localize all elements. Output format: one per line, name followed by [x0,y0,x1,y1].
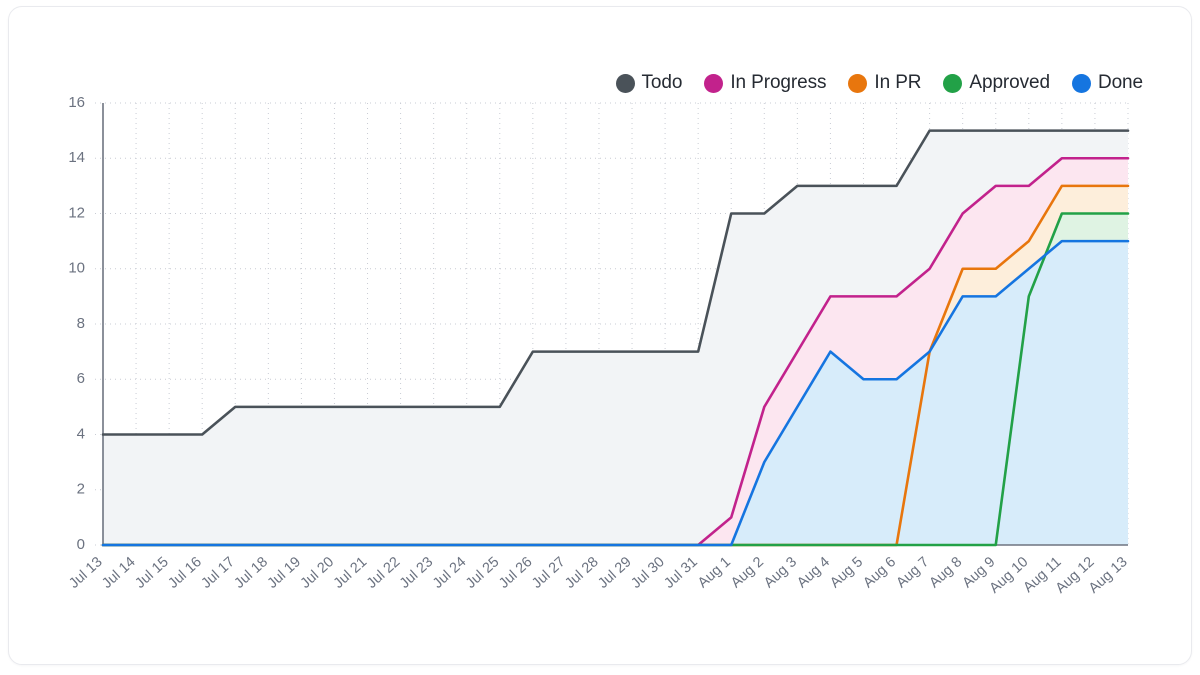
y-axis-tick-label: 12 [68,204,85,221]
chart-plot-area: 0 2 4 6 8 10 12 14 16 Jul 13 Jul 14 Jul 15 Jul 16 Jul… [9,7,1193,666]
y-axis-tick-label: 6 [77,370,85,387]
x-axis-tick-label: Jul 26 [496,554,535,592]
x-axis-tick-label: Aug 1 [695,554,734,591]
cumulative-flow-chart: 0246810121416Jul 13Jul 14Jul 15Jul 16Jul… [66,94,1130,597]
x-axis-tick-label: Jul 14 [99,554,138,592]
x-axis-tick-label: Aug 3 [761,554,800,591]
y-axis-tick-label: 16 [68,94,85,111]
chart-card: Todo In Progress In PR Approved Done 0 2 4 6 8 10… [8,6,1192,665]
y-axis-tick-label: 14 [68,149,85,166]
x-axis-tick-label: Aug 2 [728,554,767,591]
x-axis-tick-label: Aug 5 [827,554,866,591]
x-axis-tick-label: Jul 30 [628,554,667,592]
x-axis-tick-label: Jul 22 [364,554,403,592]
x-axis-tick-label: Jul 31 [661,554,700,592]
x-axis-tick-label: Jul 13 [66,554,105,592]
y-axis-tick-label: 10 [68,260,85,277]
x-axis-tick-label: Jul 19 [265,554,304,592]
x-axis-tick-label: Jul 27 [529,554,568,592]
x-axis-tick-label: Jul 20 [298,554,337,592]
x-axis-tick-label: Aug 4 [794,554,833,591]
x-axis-tick-label: Aug 7 [893,554,932,591]
x-axis-tick-label: Jul 15 [132,554,171,592]
y-axis-tick-label: 8 [77,315,85,332]
x-axis-tick-label: Jul 24 [430,554,469,592]
x-axis-tick-label: Jul 25 [463,554,502,592]
screenshot-root: Todo In Progress In PR Approved Done 0 2 4 6 8 10… [0,0,1200,675]
y-axis-tick-label: 2 [77,481,85,498]
x-axis-tick-label: Jul 18 [232,554,271,592]
x-axis-tick-label: Jul 23 [397,554,436,592]
y-axis-tick-label: 4 [77,425,85,442]
x-axis-tick-label: Aug 6 [860,554,899,591]
y-axis-tick-label: 0 [77,536,85,553]
x-axis-tick-label: Jul 16 [165,554,204,592]
x-axis-tick-label: Jul 17 [198,554,237,592]
x-axis-tick-label: Jul 29 [595,554,634,592]
x-axis-tick-label: Jul 28 [562,554,601,592]
x-axis-tick-label: Jul 21 [331,554,370,592]
x-axis-tick-label: Aug 8 [926,554,965,591]
